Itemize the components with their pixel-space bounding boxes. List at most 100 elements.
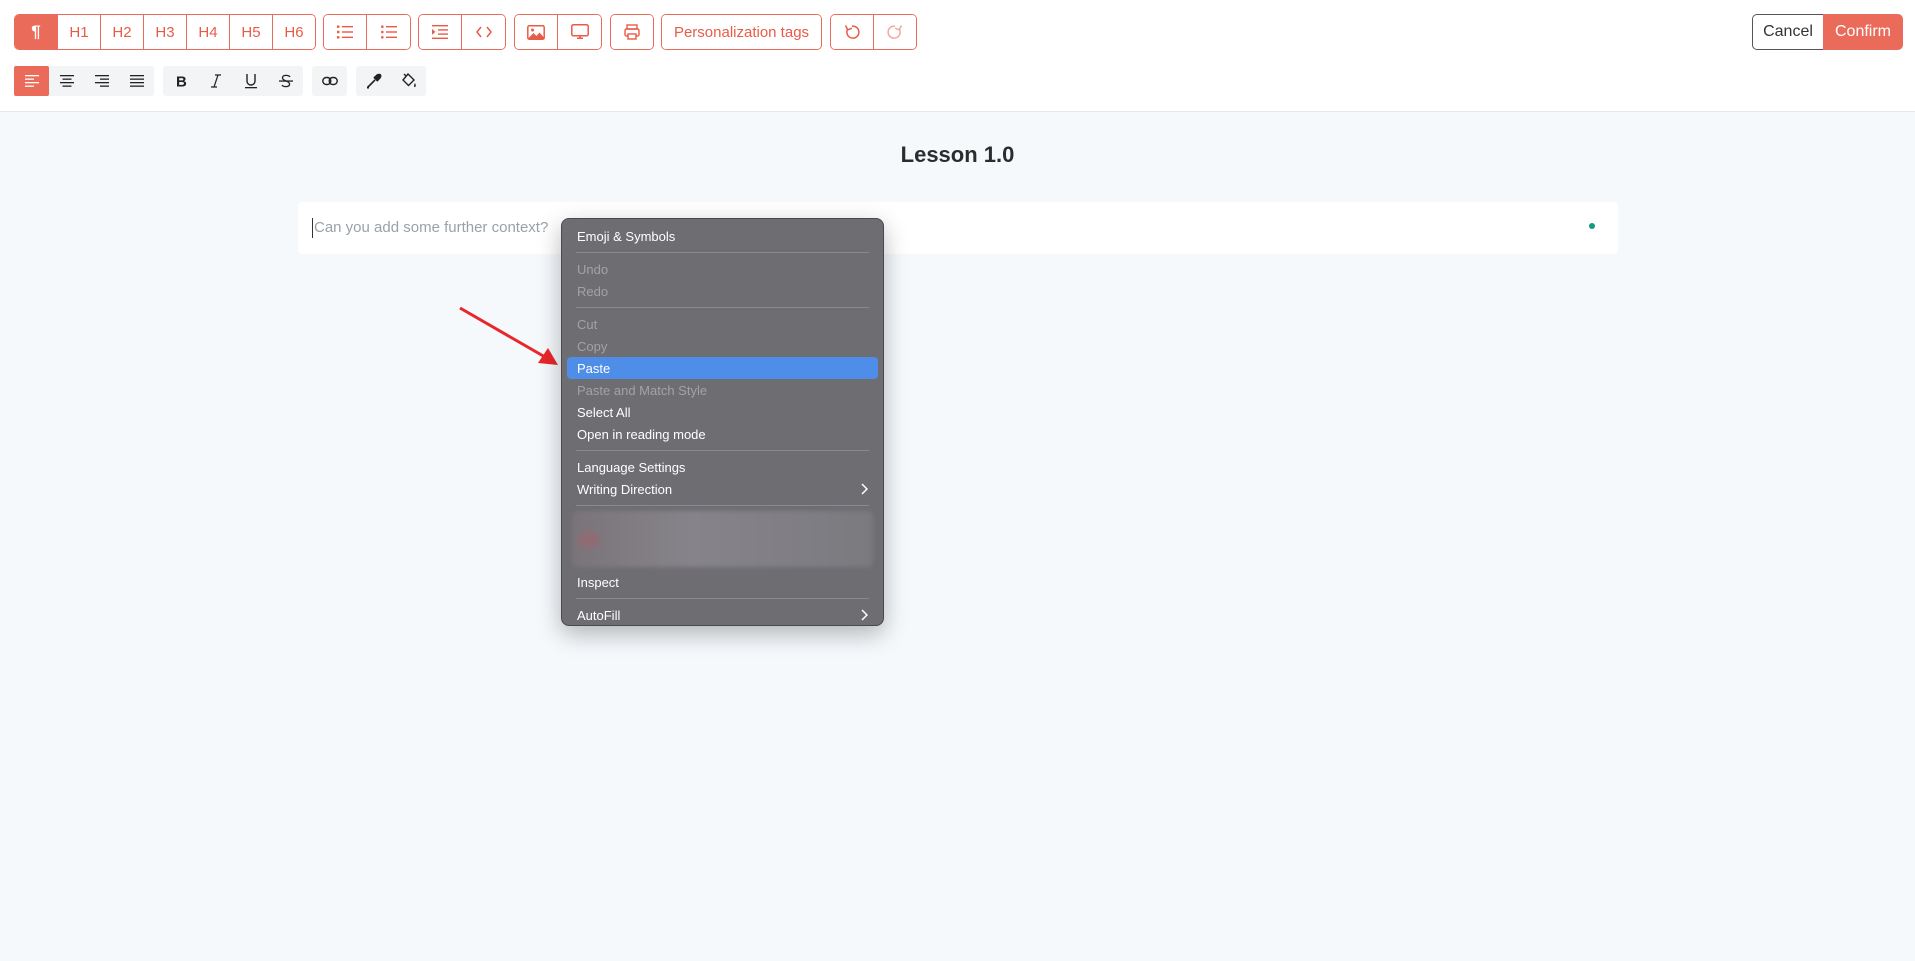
undo-icon	[844, 25, 860, 39]
link-group	[312, 66, 347, 96]
menu-item-emoji-symbols[interactable]: Emoji & Symbols	[567, 225, 878, 247]
menu-item-redo: Redo	[567, 280, 878, 302]
list-group	[323, 14, 411, 50]
h5-button[interactable]: H5	[230, 15, 273, 49]
svg-text:B: B	[176, 74, 187, 88]
text-style-group: B	[163, 66, 303, 96]
h3-button[interactable]: H3	[144, 15, 187, 49]
menu-item-label: AutoFill	[577, 607, 621, 623]
ordered-list-icon	[337, 25, 353, 39]
paint-bucket-icon	[401, 73, 416, 88]
align-justify-button[interactable]	[119, 66, 154, 96]
menu-item-label: Undo	[577, 261, 609, 277]
page-title: Lesson 1.0	[900, 142, 1015, 167]
h4-button[interactable]: H4	[187, 15, 230, 49]
personalization-tags-button[interactable]: Personalization tags	[662, 15, 821, 49]
editor-content-area[interactable]: Can you add some further context?	[298, 202, 1618, 254]
menu-item-label: Cut	[577, 316, 598, 332]
menu-item-label: Emoji & Symbols	[577, 228, 676, 244]
menu-item-label: Select All	[577, 404, 631, 420]
h6-button[interactable]: H6	[273, 15, 315, 49]
menu-item-label: Redo	[577, 283, 609, 299]
underline-icon	[244, 74, 257, 89]
heading-group: ¶ H1 H2 H3 H4 H5 H6	[14, 14, 316, 50]
menu-item-label: Open in reading mode	[577, 426, 706, 442]
menu-item-cut: Cut	[567, 313, 878, 335]
menu-item-open-in-reading-mode[interactable]: Open in reading mode	[567, 423, 878, 445]
menu-item-label: Copy	[577, 338, 608, 354]
print-button[interactable]	[611, 15, 653, 49]
menu-item-paste-and-match-style: Paste and Match Style	[567, 379, 878, 401]
align-left-icon	[24, 75, 39, 87]
unordered-list-icon	[380, 25, 397, 39]
chevron-right-icon	[861, 483, 868, 495]
menu-item-inspect[interactable]: Inspect	[567, 571, 878, 593]
menu-item-select-all[interactable]: Select All	[567, 401, 878, 423]
h1-button[interactable]: H1	[58, 15, 101, 49]
text-color-button[interactable]	[356, 66, 391, 96]
menu-item-label: Language Settings	[577, 459, 686, 475]
undo-button[interactable]	[831, 15, 874, 49]
block-group	[418, 14, 506, 50]
personalization-group: Personalization tags	[661, 14, 822, 50]
background-color-button[interactable]	[391, 66, 426, 96]
menu-item-writing-direction[interactable]: Writing Direction	[567, 478, 878, 500]
monitor-icon	[570, 24, 589, 39]
link-icon	[321, 76, 338, 86]
editor-placeholder[interactable]: Can you add some further context?	[312, 218, 548, 238]
menu-separator	[576, 450, 869, 451]
status-dot	[1589, 223, 1595, 229]
eyedropper-icon	[366, 73, 381, 89]
bold-button[interactable]: B	[163, 66, 198, 96]
menu-item-undo: Undo	[567, 258, 878, 280]
menu-item-language-settings[interactable]: Language Settings	[567, 456, 878, 478]
alignment-group	[14, 66, 154, 96]
italic-icon	[210, 74, 221, 88]
insert-image-button[interactable]	[515, 15, 558, 49]
indent-icon	[432, 25, 448, 39]
blurred-menu-section	[572, 511, 873, 567]
italic-button[interactable]	[198, 66, 233, 96]
strikethrough-icon	[278, 74, 293, 88]
menu-separator	[576, 505, 869, 506]
confirm-button[interactable]: Confirm	[1823, 14, 1903, 50]
menu-item-label: Paste and Match Style	[577, 382, 708, 398]
bold-icon: B	[176, 74, 187, 88]
code-button[interactable]	[462, 15, 505, 49]
menu-item-label: Writing Direction	[577, 481, 673, 497]
menu-separator	[576, 598, 869, 599]
menu-item-autofill[interactable]: AutoFill	[567, 604, 878, 626]
ordered-list-button[interactable]	[324, 15, 367, 49]
align-justify-icon	[129, 75, 144, 87]
unordered-list-button[interactable]	[367, 15, 410, 49]
print-group	[610, 14, 654, 50]
link-button[interactable]	[312, 66, 347, 96]
code-icon	[475, 26, 492, 38]
color-group	[356, 66, 426, 96]
underline-button[interactable]	[233, 66, 268, 96]
align-left-button[interactable]	[14, 66, 49, 96]
align-center-button[interactable]	[49, 66, 84, 96]
context-menu: Emoji & Symbols Undo Redo Cut Copy Paste Paste…	[561, 218, 884, 626]
chevron-right-icon	[861, 609, 868, 621]
align-center-icon	[59, 75, 74, 87]
indent-button[interactable]	[419, 15, 462, 49]
align-right-button[interactable]	[84, 66, 119, 96]
menu-item-label: Paste	[577, 360, 611, 376]
redo-button[interactable]	[874, 15, 916, 49]
strikethrough-button[interactable]	[268, 66, 303, 96]
embed-button[interactable]	[558, 15, 601, 49]
align-right-icon	[94, 75, 109, 87]
menu-item-label: Inspect	[577, 574, 619, 590]
editor-toolbar: ¶ H1 H2 H3 H4 H5 H6 Personalization tags…	[0, 0, 1915, 112]
history-group	[830, 14, 917, 50]
cancel-button[interactable]: Cancel	[1752, 14, 1823, 50]
image-icon	[527, 24, 545, 40]
media-group	[514, 14, 602, 50]
paragraph-button[interactable]: ¶	[15, 15, 58, 49]
redo-icon	[887, 25, 903, 39]
menu-item-paste[interactable]: Paste	[567, 357, 878, 379]
h2-button[interactable]: H2	[101, 15, 144, 49]
menu-separator	[576, 252, 869, 253]
print-icon	[624, 24, 640, 40]
